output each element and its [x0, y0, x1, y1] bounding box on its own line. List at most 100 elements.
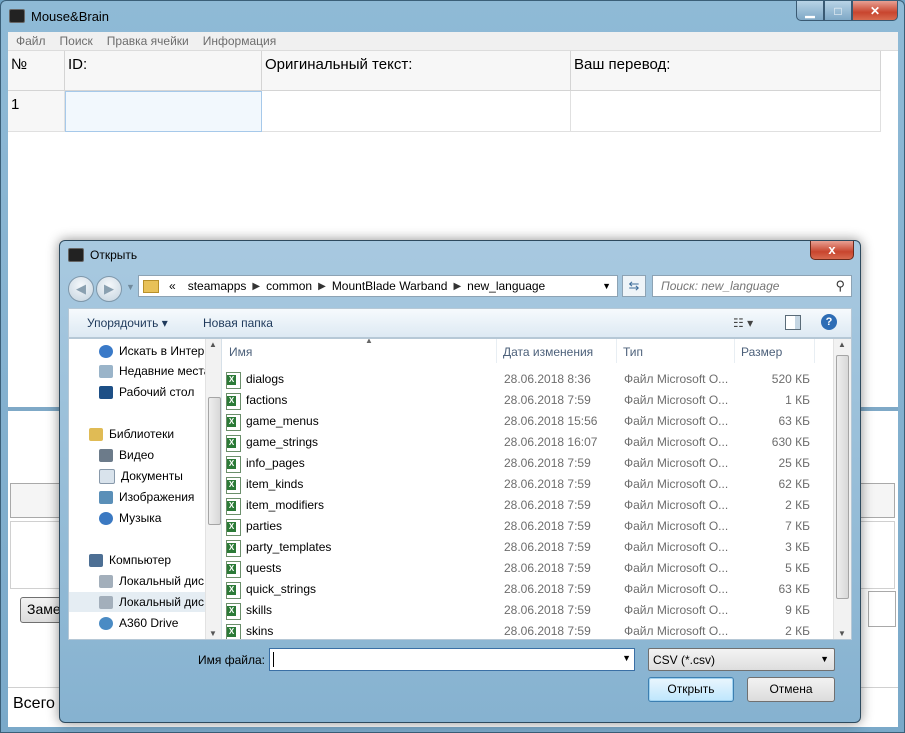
maximize-button[interactable]: □ — [824, 1, 852, 21]
file-type-value: CSV (*.csv) — [653, 653, 716, 667]
nav-item-recent[interactable]: Недавние места — [99, 361, 210, 381]
nav-item-local-disk-c[interactable]: Локальный дис — [99, 571, 204, 591]
dialog-title-bar: Открыть — [68, 248, 137, 262]
column-header-date[interactable]: Дата изменения — [497, 339, 617, 363]
nav-item-video[interactable]: Видео — [99, 445, 154, 465]
cancel-button[interactable]: Отмена — [747, 677, 835, 702]
table-row[interactable]: info_pages 28.06.2018 7:59 Файл Microsoft … — [223, 453, 833, 474]
dialog-close-button[interactable]: x — [810, 241, 854, 260]
search-icon — [99, 344, 113, 358]
grid-header-translation[interactable]: Ваш перевод: — [571, 51, 881, 91]
nav-item-a360[interactable]: A360 Drive — [99, 613, 178, 633]
file-date: 28.06.2018 7:59 — [504, 624, 591, 638]
table-row[interactable]: item_kinds 28.06.2018 7:59 Файл Microsoft … — [223, 474, 833, 495]
table-row[interactable]: factions 28.06.2018 7:59 Файл Microsoft O.… — [223, 390, 833, 411]
scroll-down-icon[interactable]: ▼ — [209, 629, 217, 638]
file-type-select[interactable]: CSV (*.csv) ▼ — [648, 648, 835, 671]
nav-item-libraries[interactable]: Библиотеки — [89, 424, 174, 444]
address-bar[interactable]: « steamapps ▶ common ▶ MountBlade Warban… — [138, 275, 618, 297]
close-button[interactable]: ✕ — [852, 1, 898, 21]
table-row[interactable]: skins 28.06.2018 7:59 Файл Microsoft O... 2… — [223, 621, 833, 639]
file-type: Файл Microsoft O... — [624, 456, 729, 470]
breadcrumb-mountblade[interactable]: MountBlade Warband — [332, 279, 448, 293]
menu-search[interactable]: Поиск — [60, 34, 93, 48]
new-folder-button[interactable]: Новая папка — [203, 316, 273, 330]
preview-pane-icon[interactable] — [785, 315, 801, 330]
column-header-type[interactable]: Тип — [617, 339, 735, 363]
drive-icon — [99, 574, 113, 588]
address-dropdown-icon[interactable]: ▼ — [602, 281, 611, 291]
menu-edit-cell[interactable]: Правка ячейки — [107, 34, 189, 48]
back-arrow-icon[interactable]: ◀ — [68, 276, 94, 302]
grid-header-original[interactable]: Оригинальный текст: — [262, 51, 571, 91]
table-row[interactable]: game_strings 28.06.2018 16:07 Файл Microso… — [223, 432, 833, 453]
forward-arrow-icon[interactable]: ▶ — [96, 276, 122, 302]
minimize-button[interactable]: ▁ — [796, 1, 824, 21]
file-size: 62 КБ — [778, 477, 810, 491]
file-size: 9 КБ — [785, 603, 810, 617]
nav-pane-scrollbar[interactable]: ▲ ▼ — [205, 339, 221, 639]
breadcrumb-common[interactable]: common — [266, 279, 312, 293]
file-name: dialogs — [246, 372, 285, 386]
breadcrumb-steamapps[interactable]: steamapps — [188, 279, 247, 293]
nav-item-label: Документы — [121, 469, 183, 483]
breadcrumb-overflow[interactable]: « — [169, 279, 176, 293]
file-name: game_strings — [246, 435, 319, 449]
nav-item-label: Изображения — [119, 490, 195, 504]
menu-file[interactable]: Файл — [16, 34, 46, 48]
scroll-thumb[interactable] — [836, 355, 849, 599]
nav-item-documents[interactable]: Документы — [99, 466, 183, 486]
file-list-scrollbar[interactable]: ▲ ▼ — [833, 339, 851, 639]
file-size: 25 КБ — [778, 456, 810, 470]
column-header-size[interactable]: Размер — [735, 339, 815, 363]
grid-header-id[interactable]: ID: — [65, 51, 262, 91]
grid-cell-original[interactable] — [262, 91, 571, 132]
open-button[interactable]: Открыть — [648, 677, 734, 702]
excel-file-icon — [226, 372, 241, 389]
nav-item-search-web[interactable]: Искать в Интер — [99, 341, 204, 361]
nav-item-desktop[interactable]: Рабочий стол — [99, 382, 194, 402]
organize-button[interactable]: Упорядочить ▾ — [87, 316, 168, 330]
breadcrumb-separator-icon[interactable]: ▶ — [252, 281, 260, 292]
table-row[interactable]: skills 28.06.2018 7:59 Файл Microsoft O...… — [223, 600, 833, 621]
view-options-icon[interactable]: ☷ ▾ — [733, 316, 753, 330]
help-icon[interactable]: ? — [821, 314, 837, 330]
status-text: Всего — [13, 695, 55, 712]
table-row[interactable]: party_templates 28.06.2018 7:59 Файл Micro… — [223, 537, 833, 558]
scroll-thumb[interactable] — [208, 397, 221, 525]
table-row[interactable]: dialogs 28.06.2018 8:36 Файл Microsoft O..… — [223, 369, 833, 390]
breadcrumb-separator-icon[interactable]: ▶ — [453, 281, 461, 292]
nav-item-local-disk-d[interactable]: Локальный дис — [69, 592, 205, 612]
menu-info[interactable]: Информация — [203, 34, 276, 48]
chevron-down-icon[interactable]: ▼ — [622, 653, 631, 663]
search-icon[interactable]: ⚲ — [835, 278, 845, 294]
recent-pages-chevron-icon[interactable]: ▼ — [126, 282, 135, 292]
breadcrumb-separator-icon[interactable]: ▶ — [318, 281, 326, 292]
column-header-name[interactable]: Имя ▲ — [223, 339, 497, 363]
grid-cell-id[interactable] — [65, 91, 262, 132]
excel-file-icon — [226, 603, 241, 620]
file-size: 63 КБ — [778, 582, 810, 596]
nav-item-music[interactable]: Музыка — [99, 508, 161, 528]
nav-item-pictures[interactable]: Изображения — [99, 487, 194, 507]
scroll-up-icon[interactable]: ▲ — [838, 340, 846, 349]
file-name-field[interactable]: ▼ — [269, 648, 635, 671]
text-caret — [273, 652, 274, 667]
scroll-up-icon[interactable]: ▲ — [209, 340, 217, 349]
dialog-title: Открыть — [90, 248, 138, 262]
table-row[interactable]: game_menus 28.06.2018 15:56 Файл Microsoft… — [223, 411, 833, 432]
grid-cell-translation[interactable] — [571, 91, 881, 132]
grid-header-number[interactable]: № — [8, 51, 65, 91]
refresh-icon[interactable]: ⇆ — [622, 275, 646, 297]
table-row[interactable]: quick_strings 28.06.2018 7:59 Файл Microso… — [223, 579, 833, 600]
side-field[interactable] — [868, 591, 896, 627]
nav-item-computer[interactable]: Компьютер — [89, 550, 171, 570]
video-icon — [99, 448, 113, 462]
search-box[interactable]: ⚲ — [652, 275, 852, 297]
scroll-down-icon[interactable]: ▼ — [838, 629, 846, 638]
breadcrumb-new-language[interactable]: new_language — [467, 279, 545, 293]
table-row[interactable]: parties 28.06.2018 7:59 Файл Microsoft O..… — [223, 516, 833, 537]
table-row[interactable]: quests 28.06.2018 7:59 Файл Microsoft O...… — [223, 558, 833, 579]
table-row[interactable]: item_modifiers 28.06.2018 7:59 Файл Micros… — [223, 495, 833, 516]
search-input[interactable] — [659, 278, 833, 294]
